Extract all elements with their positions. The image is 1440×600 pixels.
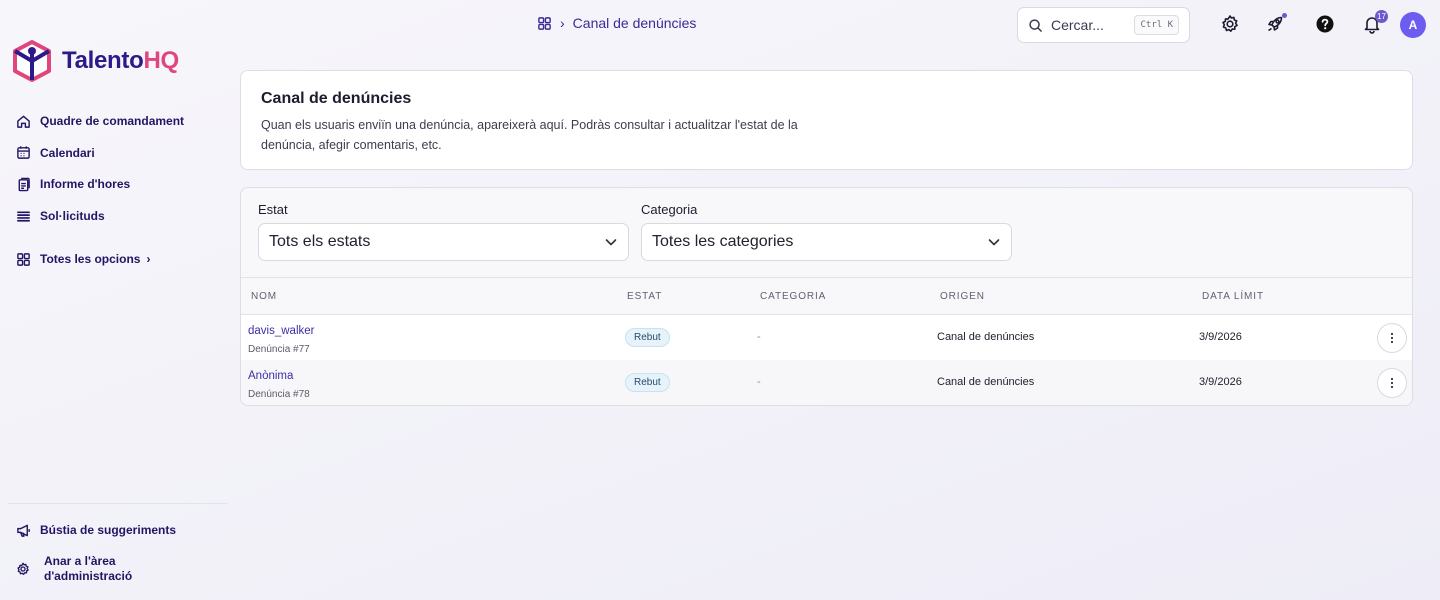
sidebar-item-label: Totes les opcions: [40, 252, 141, 267]
more-vertical-icon: [1390, 332, 1394, 344]
more-vertical-icon: [1390, 377, 1394, 389]
report-id: Denúncia #78: [248, 389, 310, 400]
search-icon: [1029, 18, 1042, 32]
chevron-down-icon: [605, 239, 617, 246]
deadline-value: 3/9/2026: [1199, 376, 1242, 388]
home-icon: [17, 115, 30, 128]
megaphone-icon: [17, 524, 30, 537]
column-header-status[interactable]: ESTAT: [627, 291, 662, 302]
chevron-right-icon: ›: [560, 15, 565, 31]
sidebar-nav: Quadre de comandament Calendari Informe …: [16, 111, 184, 281]
report-name-link[interactable]: davis_walker: [248, 325, 314, 337]
filters: Estat Tots els estats Categoria Totes le…: [258, 202, 1012, 261]
sidebar-item-hours-report[interactable]: Informe d'hores: [16, 174, 184, 194]
admin-label-line2: d'administració: [44, 569, 133, 583]
sidebar-divider: [8, 503, 228, 504]
category-select[interactable]: Totes les categories: [641, 223, 1012, 261]
category-select-value: Totes les categories: [652, 233, 794, 250]
brand-logo[interactable]: TalentoHQ: [12, 40, 179, 82]
sidebar-item-requests[interactable]: Sol·licituds: [16, 206, 184, 226]
admin-label: Anar a l'àrea d'administració: [44, 554, 132, 584]
column-header-deadline[interactable]: DATA LÍMIT: [1202, 291, 1264, 302]
category-filter-label: Categoria: [641, 202, 698, 217]
sidebar-item-label: Informe d'hores: [40, 177, 131, 192]
sidebar-item-admin-area[interactable]: Anar a l'àrea d'administració: [16, 554, 176, 584]
row-actions-button[interactable]: [1377, 368, 1407, 398]
sidebar-item-label: Quadre de comandament: [40, 114, 185, 128]
page-description: Quan els usuaris enviïn una denúncia, ap…: [261, 118, 798, 152]
list-icon: [17, 211, 30, 222]
category-value: -: [757, 331, 761, 343]
chevron-down-icon: [988, 239, 1000, 246]
sidebar-item-dashboard[interactable]: Quadre de comandament: [16, 111, 184, 131]
grid-icon[interactable]: [537, 16, 552, 31]
status-badge: Rebut: [625, 373, 670, 392]
status-select-value: Tots els estats: [269, 233, 371, 250]
reports-list-card: Estat Tots els estats Categoria Totes le…: [240, 187, 1413, 406]
document-icon: [18, 177, 30, 192]
category-filter: Categoria Totes les categories: [641, 202, 1012, 261]
rocket-indicator-dot: [1282, 13, 1287, 18]
sidebar-item-label: Bústia de suggeriments: [40, 523, 177, 537]
deadline-value: 3/9/2026: [1199, 331, 1242, 343]
notifications-badge: 17: [1375, 10, 1388, 23]
column-header-name[interactable]: NOM: [251, 291, 277, 302]
help-icon[interactable]: [1315, 14, 1335, 34]
status-select[interactable]: Tots els estats: [258, 223, 629, 261]
sidebar-item-label: Sol·licituds: [40, 209, 105, 224]
brand-name-part1: Talento: [62, 47, 144, 74]
brand-name: TalentoHQ: [62, 47, 179, 75]
calendar-icon: [17, 146, 30, 160]
sidebar: TalentoHQ Quadre de comandament Calendar…: [0, 0, 230, 600]
row-actions-button[interactable]: [1377, 323, 1407, 353]
sidebar-item-label: Calendari: [40, 145, 95, 160]
avatar[interactable]: A: [1400, 12, 1426, 38]
search-shortcut: Ctrl K: [1134, 15, 1179, 35]
report-id: Denúncia #77: [248, 344, 310, 355]
settings-gear-icon[interactable]: [1220, 14, 1240, 34]
table-row[interactable]: Anònima Denúncia #78 Rebut - Canal de de…: [241, 360, 1412, 405]
status-badge: Rebut: [625, 328, 670, 347]
sidebar-bottom-nav: Bústia de suggeriments Anar a l'àrea d'a…: [16, 520, 176, 584]
intro-card: Canal de denúncies Quan els usuaris envi…: [240, 70, 1413, 170]
category-value: -: [757, 376, 761, 388]
table-row[interactable]: davis_walker Denúncia #77 Rebut - Canal …: [241, 315, 1412, 360]
table-header: NOM ESTAT CATEGORIA ORIGEN DATA LÍMIT: [241, 277, 1412, 315]
chevron-right-icon: ›: [146, 252, 151, 267]
sidebar-item-calendar[interactable]: Calendari: [16, 143, 184, 163]
gear-icon: [17, 562, 29, 575]
column-header-origin[interactable]: ORIGEN: [940, 291, 985, 302]
brand-name-part2: HQ: [143, 47, 179, 74]
breadcrumb: › Canal de denúncies: [537, 15, 696, 31]
column-header-category[interactable]: CATEGORIA: [760, 291, 826, 302]
report-name-link[interactable]: Anònima: [248, 370, 293, 382]
logo-mark-icon: [13, 40, 51, 82]
search-placeholder: Cercar...: [1051, 17, 1104, 33]
page-title: Canal de denúncies: [261, 90, 412, 107]
sidebar-item-suggestions[interactable]: Bústia de suggeriments: [16, 520, 176, 540]
status-filter: Estat Tots els estats: [258, 202, 629, 261]
status-filter-label: Estat: [258, 202, 288, 217]
breadcrumb-current: Canal de denúncies: [572, 15, 697, 31]
admin-label-line1: Anar a l'àrea: [44, 554, 116, 568]
search-input[interactable]: Cercar... Ctrl K: [1017, 7, 1190, 43]
origin-value: Canal de denúncies: [937, 376, 1035, 388]
origin-value: Canal de denúncies: [937, 331, 1035, 343]
sidebar-item-all-options[interactable]: Totes les opcions ›: [16, 249, 184, 269]
grid-icon: [17, 252, 30, 266]
